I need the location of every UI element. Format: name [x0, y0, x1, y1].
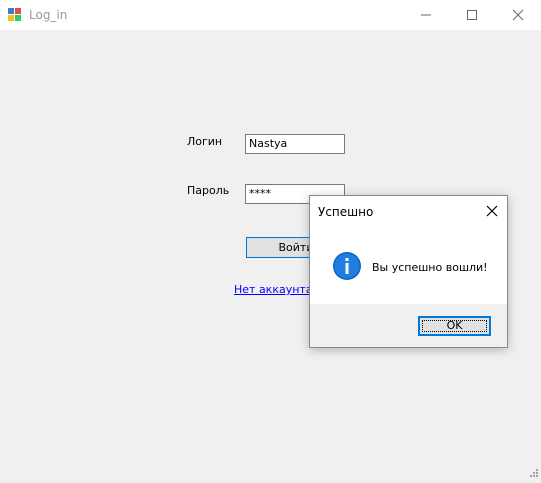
close-button[interactable] [495, 0, 541, 30]
focus-rectangle [422, 320, 487, 332]
close-icon [486, 205, 498, 217]
info-icon [332, 251, 362, 281]
window-titlebar[interactable]: Log_in [0, 0, 541, 30]
dialog-footer: OK [310, 304, 507, 347]
maximize-icon [467, 10, 477, 20]
login-label: Логин [187, 135, 223, 148]
login-input[interactable]: Nastya [245, 134, 345, 154]
window-title: Log_in [29, 8, 68, 22]
password-label: Пароль [187, 184, 230, 197]
resize-grip-icon[interactable] [527, 468, 539, 480]
ok-button[interactable]: OK [418, 316, 491, 336]
dialog-close-button[interactable] [480, 200, 504, 222]
app-icon [8, 8, 22, 22]
dialog-message: Вы успешно вошли! [372, 261, 488, 274]
dialog-title: Успешно [318, 205, 374, 219]
success-dialog: Успешно Вы успешно вошли! OK [309, 195, 508, 348]
close-icon [512, 9, 524, 21]
minimize-icon [421, 14, 431, 16]
maximize-button[interactable] [449, 0, 495, 30]
minimize-button[interactable] [403, 0, 449, 30]
